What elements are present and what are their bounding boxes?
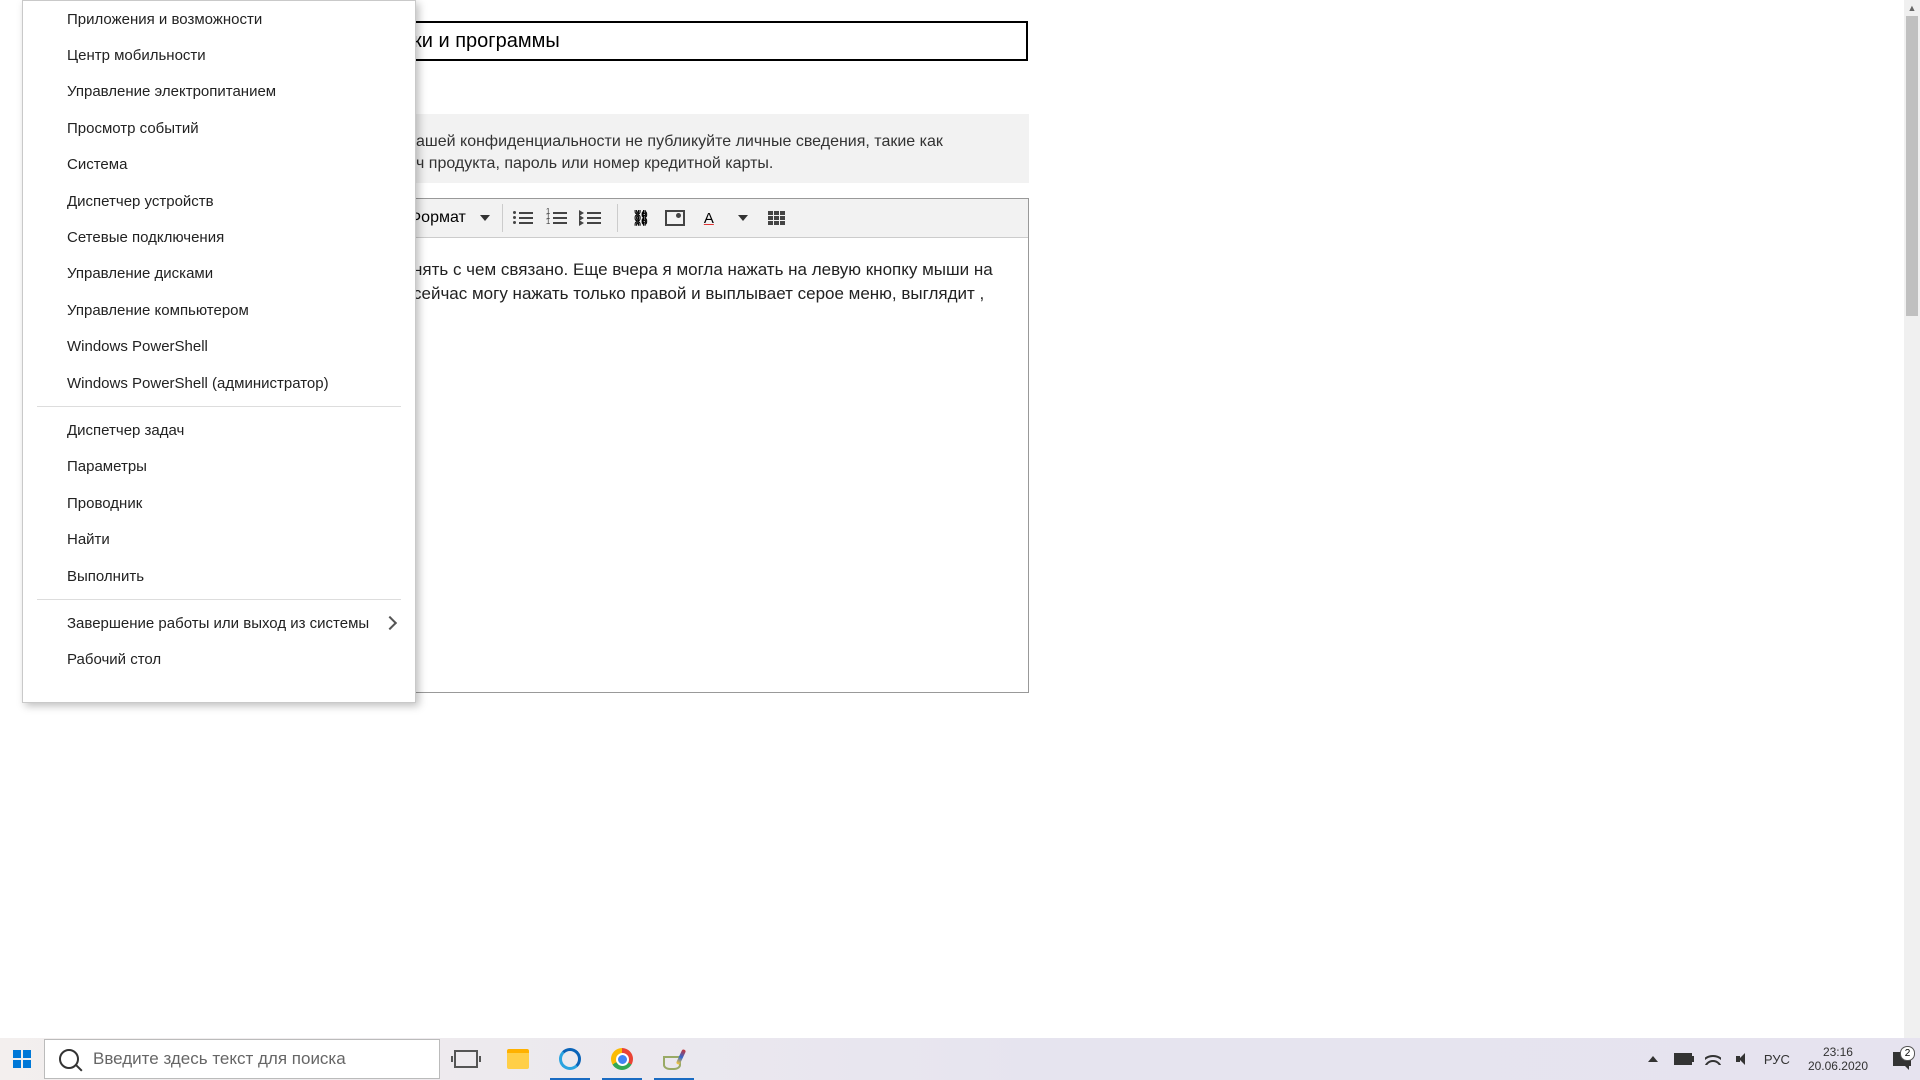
menu-item-label: Windows PowerShell [67, 338, 208, 355]
taskbar-paint[interactable] [648, 1038, 700, 1080]
menu-item-powershell[interactable]: Windows PowerShell [37, 329, 401, 365]
paint-icon [663, 1049, 685, 1069]
scroll-up-button[interactable]: ▲ [1904, 0, 1920, 16]
taskbar-search[interactable]: Введите здесь текст для поиска [44, 1039, 440, 1079]
explorer-icon [507, 1049, 529, 1069]
menu-item-label: Управление дисками [67, 265, 213, 282]
menu-item-label: Параметры [67, 458, 147, 475]
menu-item-label: Диспетчер задач [67, 422, 184, 439]
taskbar-clock[interactable]: 23:16 20.06.2020 [1802, 1045, 1874, 1073]
menu-item-network-connections[interactable]: Сетевые подключения [37, 219, 401, 255]
menu-separator [37, 599, 401, 600]
battery-icon[interactable] [1674, 1050, 1692, 1068]
notification-badge: 2 [1900, 1046, 1915, 1061]
menu-item-task-manager[interactable]: Диспетчер задач [37, 412, 401, 448]
edge-icon [559, 1048, 581, 1070]
menu-item-label: Просмотр событий [67, 120, 199, 137]
sound-icon[interactable] [1734, 1050, 1752, 1068]
insert-link-button[interactable]: ⛓ [624, 204, 658, 232]
menu-item-label: Приложения и возможности [67, 11, 262, 28]
search-placeholder: Введите здесь текст для поиска [93, 1049, 346, 1069]
menu-item-label: Система [67, 156, 127, 173]
action-center-button[interactable]: 2 [1886, 1052, 1918, 1066]
menu-item-system[interactable]: Система [37, 147, 401, 183]
vertical-scrollbar[interactable]: ▲ ▼ [1904, 0, 1920, 1064]
menu-item-event-viewer[interactable]: Просмотр событий [37, 110, 401, 146]
menu-item-powershell-admin[interactable]: Windows PowerShell (администратор) [37, 365, 401, 401]
system-tray: РУС 23:16 20.06.2020 2 [1644, 1038, 1920, 1080]
task-view-icon [454, 1050, 478, 1068]
menu-item-label: Сетевые подключения [67, 229, 224, 246]
wifi-icon[interactable] [1704, 1050, 1722, 1068]
insert-table-button[interactable] [760, 204, 794, 232]
menu-item-apps-features[interactable]: Приложения и возможности [37, 1, 401, 37]
search-icon [59, 1049, 79, 1069]
privacy-banner-line1: ашей конфиденциальности не публикуйте ли… [416, 131, 1009, 153]
menu-item-run[interactable]: Выполнить [37, 558, 401, 594]
chevron-up-icon [1648, 1056, 1658, 1062]
menu-item-mobility-center[interactable]: Центр мобильности [37, 37, 401, 73]
menu-item-label: Управление электропитанием [67, 83, 276, 100]
chrome-icon [611, 1048, 633, 1070]
menu-item-label: Рабочий стол [67, 651, 161, 668]
insert-image-button[interactable] [658, 204, 692, 232]
font-color-button[interactable]: A [692, 204, 726, 232]
scroll-thumb[interactable] [1906, 16, 1918, 316]
menu-item-label: Выполнить [67, 568, 144, 585]
chevron-right-icon [383, 616, 397, 630]
menu-item-settings[interactable]: Параметры [37, 449, 401, 485]
menu-item-explorer[interactable]: Проводник [37, 485, 401, 521]
clock-date: 20.06.2020 [1808, 1059, 1868, 1073]
menu-item-shutdown-submenu[interactable]: Завершение работы или выход из системы [37, 605, 401, 641]
tray-overflow-button[interactable] [1644, 1050, 1662, 1068]
menu-item-label: Найти [67, 531, 110, 548]
start-button[interactable] [0, 1038, 44, 1080]
menu-item-label: Центр мобильности [67, 47, 206, 64]
windows-logo-icon [13, 1050, 31, 1068]
chevron-down-icon[interactable] [480, 215, 490, 221]
menu-item-label: Диспетчер устройств [67, 193, 214, 210]
menu-item-label: Завершение работы или выход из системы [67, 615, 369, 632]
menu-item-label: Управление компьютером [67, 302, 249, 319]
taskbar-explorer[interactable] [492, 1038, 544, 1080]
taskbar-edge[interactable] [544, 1038, 596, 1080]
menu-item-power-options[interactable]: Управление электропитанием [37, 74, 401, 110]
clock-time: 23:16 [1808, 1045, 1868, 1059]
menu-item-disk-management[interactable]: Управление дисками [37, 256, 401, 292]
menu-item-label: Windows PowerShell (администратор) [67, 375, 329, 392]
taskbar: Введите здесь текст для поиска РУС 23:16… [0, 1038, 1920, 1080]
bulleted-list-button[interactable] [509, 204, 543, 232]
menu-item-device-manager[interactable]: Диспетчер устройств [37, 183, 401, 219]
privacy-banner-line2: ч продукта, пароль или номер кредитной к… [416, 153, 1009, 175]
menu-item-label: Проводник [67, 495, 142, 512]
taskbar-apps [440, 1038, 700, 1080]
winx-context-menu: Приложения и возможности Центр мобильнос… [22, 0, 416, 703]
menu-item-computer-management[interactable]: Управление компьютером [37, 292, 401, 328]
indent-button[interactable] [577, 204, 611, 232]
menu-item-search[interactable]: Найти [37, 521, 401, 557]
input-language[interactable]: РУС [1764, 1052, 1790, 1067]
menu-separator [37, 406, 401, 407]
numbered-list-button[interactable] [543, 204, 577, 232]
format-dropdown-label[interactable]: Формат [409, 209, 466, 227]
taskbar-chrome[interactable] [596, 1038, 648, 1080]
menu-item-desktop[interactable]: Рабочий стол [37, 642, 401, 678]
page-title-text: ки и программы [413, 30, 560, 53]
task-view-button[interactable] [440, 1038, 492, 1080]
font-color-menu[interactable] [726, 204, 760, 232]
